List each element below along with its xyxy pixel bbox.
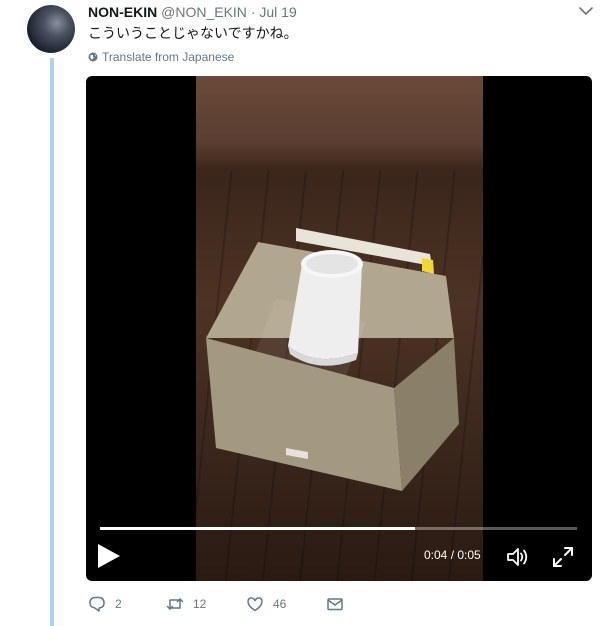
tweet-actions: 2 12 46 bbox=[88, 594, 344, 614]
video-scene bbox=[206, 228, 459, 491]
like-button[interactable]: 46 bbox=[246, 595, 326, 613]
like-count: 46 bbox=[273, 597, 287, 611]
play-icon[interactable] bbox=[96, 542, 122, 570]
dm-icon bbox=[327, 598, 343, 611]
video-frame bbox=[196, 76, 483, 581]
retweet-button[interactable]: 12 bbox=[166, 595, 246, 613]
like-icon bbox=[247, 597, 263, 612]
user-handle[interactable]: @NON_EKIN bbox=[161, 4, 247, 20]
reply-count: 2 bbox=[115, 597, 122, 611]
reply-icon bbox=[89, 596, 105, 612]
display-name[interactable]: NON-EKIN bbox=[88, 4, 157, 20]
avatar[interactable] bbox=[27, 5, 75, 53]
volume-icon[interactable] bbox=[506, 546, 530, 568]
video-time-separator: / bbox=[447, 548, 458, 562]
chevron-down-icon[interactable] bbox=[578, 4, 594, 18]
video-time: 0:04 / 0:05 bbox=[424, 548, 481, 562]
globe-icon bbox=[88, 52, 98, 62]
video-player[interactable]: 0:04 / 0:05 bbox=[86, 76, 592, 581]
translate-label: Translate from Japanese bbox=[102, 50, 235, 64]
translate-link[interactable]: Translate from Japanese bbox=[88, 50, 234, 64]
video-duration: 0:05 bbox=[457, 548, 481, 562]
video-progress-fill bbox=[100, 527, 415, 530]
tweet-timestamp[interactable]: Jul 19 bbox=[259, 4, 296, 20]
video-current-time: 0:04 bbox=[424, 548, 448, 562]
thread-line bbox=[50, 58, 54, 626]
separator-dot: · bbox=[250, 4, 256, 20]
reply-button[interactable]: 2 bbox=[88, 595, 166, 613]
direct-message-button[interactable] bbox=[326, 595, 344, 613]
video-progress-bar[interactable] bbox=[100, 527, 577, 530]
tweet-header: NON-EKIN @NON_EKIN · Jul 19 bbox=[88, 4, 297, 20]
retweet-icon bbox=[166, 598, 184, 610]
retweet-count: 12 bbox=[193, 597, 207, 611]
fullscreen-icon[interactable] bbox=[552, 546, 574, 568]
tweet-text: こういうことじゃないですかね。 bbox=[88, 25, 298, 41]
